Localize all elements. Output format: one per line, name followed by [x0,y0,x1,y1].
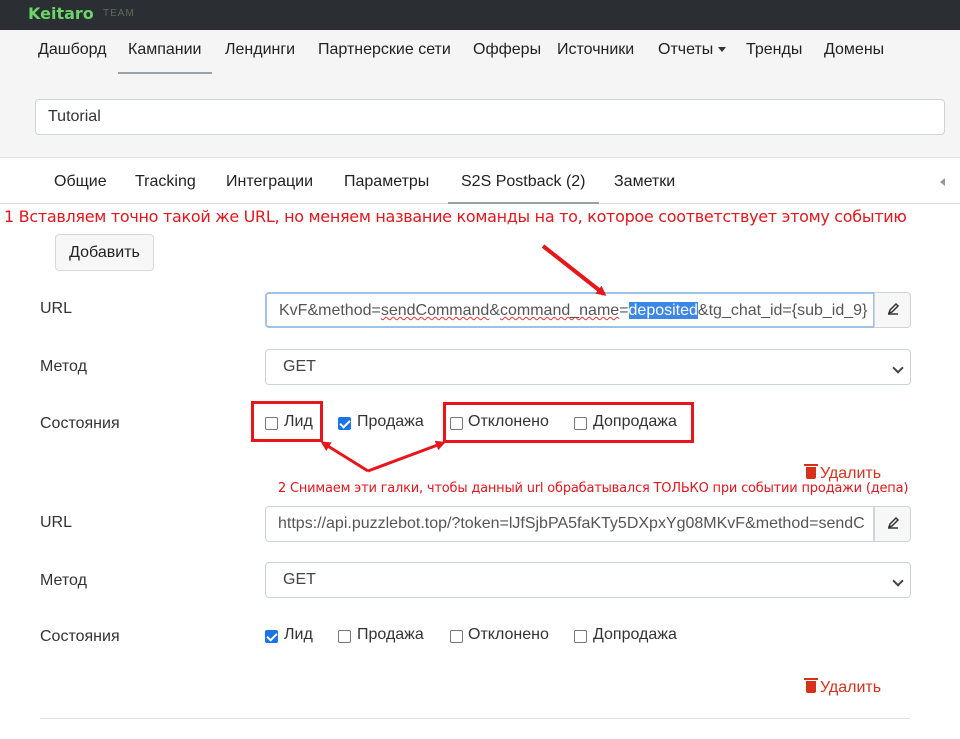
postback-1-method-label: Метод [40,358,87,375]
top-bar: Keitaro TEAM [0,0,960,30]
postback-2-state-sale-checkbox[interactable] [338,630,351,643]
nav-dashboard[interactable]: Дашборд [38,30,107,74]
postback-2-states-label: Состояния [40,628,120,645]
url-part: & [489,302,500,319]
postback-2-delete-button[interactable]: Удалить [804,678,882,697]
postback-2-url-label: URL [40,514,73,531]
chevron-down-icon [718,47,727,53]
postback-1-states-label: Состояния [40,415,120,432]
postback-1-edit-button[interactable] [874,292,911,328]
delete-label: Удалить [820,679,882,696]
campaign-header [0,74,960,158]
postback-1-state-sale-label[interactable]: Продажа [357,413,424,431]
postback-1-url-input[interactable]: KvF&method=sendCommand&command_name=depo… [265,292,875,328]
annotation-note-2: 2 Снимаем эти галки, чтобы данный url об… [278,481,909,496]
postback-2-state-rejected-label[interactable]: Отклонено [468,626,549,644]
url-part: = [619,302,629,319]
edit-icon [887,302,899,315]
postback-1-state-sale-checkbox[interactable] [338,417,351,430]
method-value: GET [283,571,316,588]
postback-2-method-label: Метод [40,572,87,589]
nav-reports[interactable]: Отчеты [658,30,727,74]
delete-label: Удалить [820,465,882,482]
postback-1-url-label: URL [40,300,73,317]
nav-trends[interactable]: Тренды [746,30,802,74]
postback-2-edit-button[interactable] [874,506,911,542]
tab-parameters[interactable]: Параметры [344,162,429,204]
nav-reports-label: Отчеты [658,41,714,58]
tabs-scroll-left-icon[interactable] [940,178,945,186]
tab-notes[interactable]: Заметки [614,162,675,204]
chevron-down-icon [892,575,904,587]
tab-integrations[interactable]: Интеграции [226,162,313,204]
postback-2-state-upsell-label[interactable]: Допродажа [593,626,677,644]
postback-2-state-sale-label[interactable]: Продажа [357,626,424,644]
postback-2-state-rejected-checkbox[interactable] [450,630,463,643]
nav-sources[interactable]: Источники [557,30,634,74]
arrow-to-lead-box [320,441,369,473]
nav-domains[interactable]: Домены [824,30,884,74]
url-part: command_name [500,302,620,319]
arrow-to-command-name [541,244,607,296]
edit-icon [887,516,899,529]
annotation-note-1: 1 Вставляем точно такой же URL, но меняе… [4,207,907,226]
add-postback-button[interactable]: Добавить [55,234,154,271]
annotation-box-lead [251,401,323,442]
brand-edition: TEAM [103,8,135,19]
postback-2-url-input[interactable]: https://api.puzzlebot.top/?token=lJfSjbP… [265,506,874,542]
postback-2-state-lead-checkbox[interactable] [265,630,278,643]
section-divider [40,718,910,719]
url-selected-text: deposited [628,302,698,319]
tab-general[interactable]: Общие [54,162,107,204]
nav-offers[interactable]: Офферы [473,30,541,74]
brand-logo[interactable]: Keitaro [28,4,94,23]
nav-campaigns[interactable]: Кампании [118,30,212,74]
postback-1-method-select[interactable]: GET [265,349,911,385]
main-nav: Дашборд Кампании Лендинги Партнерские се… [0,30,960,74]
tab-tracking[interactable]: Tracking [135,162,196,204]
postback-2-state-lead-label[interactable]: Лид [284,626,313,644]
nav-affiliate-networks[interactable]: Партнерские сети [318,30,451,74]
postback-2-state-upsell-checkbox[interactable] [574,630,587,643]
arrow-to-rejected-box [367,440,446,473]
chevron-down-icon [892,362,904,374]
postback-2-method-select[interactable]: GET [265,562,911,598]
tab-s2s-postback[interactable]: S2S Postback (2) [448,162,599,204]
url-part: sendCommand [380,302,490,319]
trash-icon [804,678,818,693]
url-part: KvF&method= [279,302,381,319]
trash-icon [804,464,818,479]
campaign-tabs: Общие Tracking Интеграции Параметры S2S … [0,162,960,204]
method-value: GET [283,358,316,375]
nav-landings[interactable]: Лендинги [225,30,295,74]
annotation-box-rejected-upsell [443,402,694,443]
url-part: &tg_chat_id={sub_id_9} [697,302,868,319]
campaign-name-input[interactable] [35,99,945,135]
